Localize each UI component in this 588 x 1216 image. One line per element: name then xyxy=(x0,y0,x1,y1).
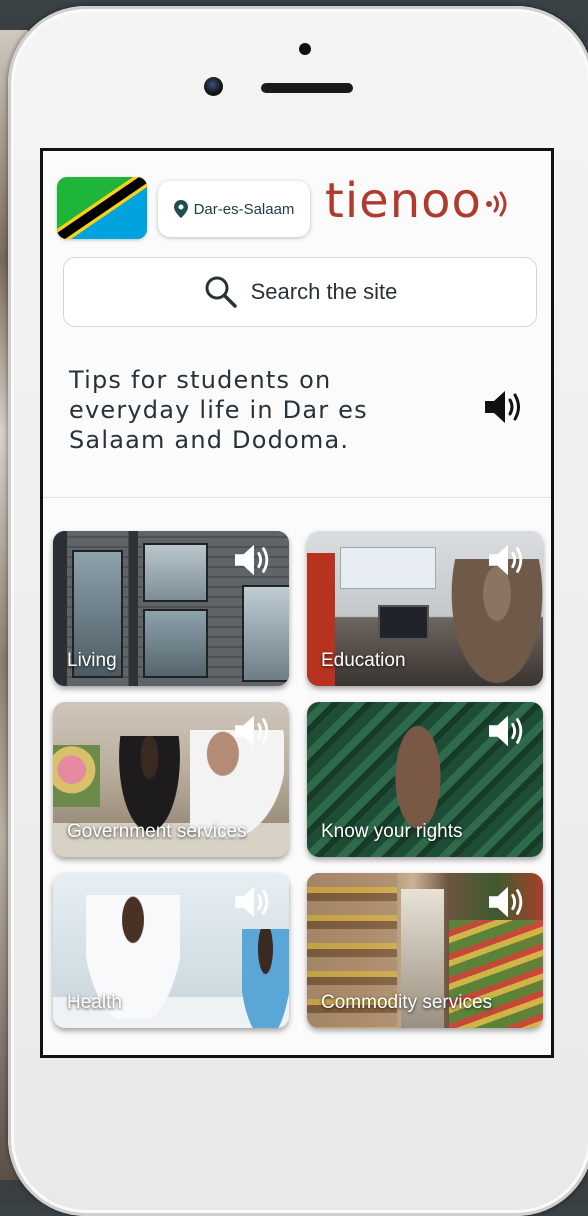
speaker-icon[interactable] xyxy=(233,883,275,921)
front-camera xyxy=(204,77,223,96)
card-label: Know your rights xyxy=(321,821,463,842)
card-label: Living xyxy=(67,650,117,671)
category-card-know-your-rights[interactable]: Know your rights xyxy=(307,702,543,857)
location-selector[interactable]: Dar-es-Salaam xyxy=(158,181,310,237)
category-card-commodity-services[interactable]: Commodity services xyxy=(307,873,543,1028)
tienoo-logo[interactable]: tienoo xyxy=(325,173,514,229)
category-card-government-services[interactable]: Government services xyxy=(53,702,289,857)
tanzania-flag-icon[interactable] xyxy=(57,177,147,239)
speaker-icon[interactable] xyxy=(487,712,529,750)
sound-waves-icon xyxy=(485,191,507,217)
app-screen: Dar-es-Salaam tienoo Search the site Tip… xyxy=(40,148,554,1058)
speaker-icon[interactable] xyxy=(487,883,529,921)
location-label: Dar-es-Salaam xyxy=(193,200,295,218)
card-label: Education xyxy=(321,650,406,671)
front-sensor xyxy=(299,43,311,55)
speaker-icon[interactable] xyxy=(487,541,529,579)
category-card-education[interactable]: Education xyxy=(307,531,543,686)
search-bar[interactable]: Search the site xyxy=(63,257,537,327)
map-pin-icon xyxy=(173,200,188,218)
divider xyxy=(43,497,551,498)
category-card-living[interactable]: Living xyxy=(53,531,289,686)
category-card-health[interactable]: Health xyxy=(53,873,289,1028)
speaker-icon[interactable] xyxy=(233,712,275,750)
intro-text: Tips for students on everyday life in Da… xyxy=(69,366,368,454)
category-grid: Living Education Government services Kno… xyxy=(53,531,543,1028)
card-label: Government services xyxy=(67,821,247,842)
search-label: Search the site xyxy=(250,279,398,304)
card-label: Commodity services xyxy=(321,992,493,1013)
logo-text: tienoo xyxy=(325,173,482,229)
earpiece-speaker xyxy=(261,83,353,93)
card-label: Health xyxy=(67,992,122,1013)
speaker-icon[interactable] xyxy=(233,541,275,579)
search-icon xyxy=(205,276,237,308)
header: Dar-es-Salaam tienoo xyxy=(43,151,551,251)
speaker-icon[interactable] xyxy=(483,387,527,427)
